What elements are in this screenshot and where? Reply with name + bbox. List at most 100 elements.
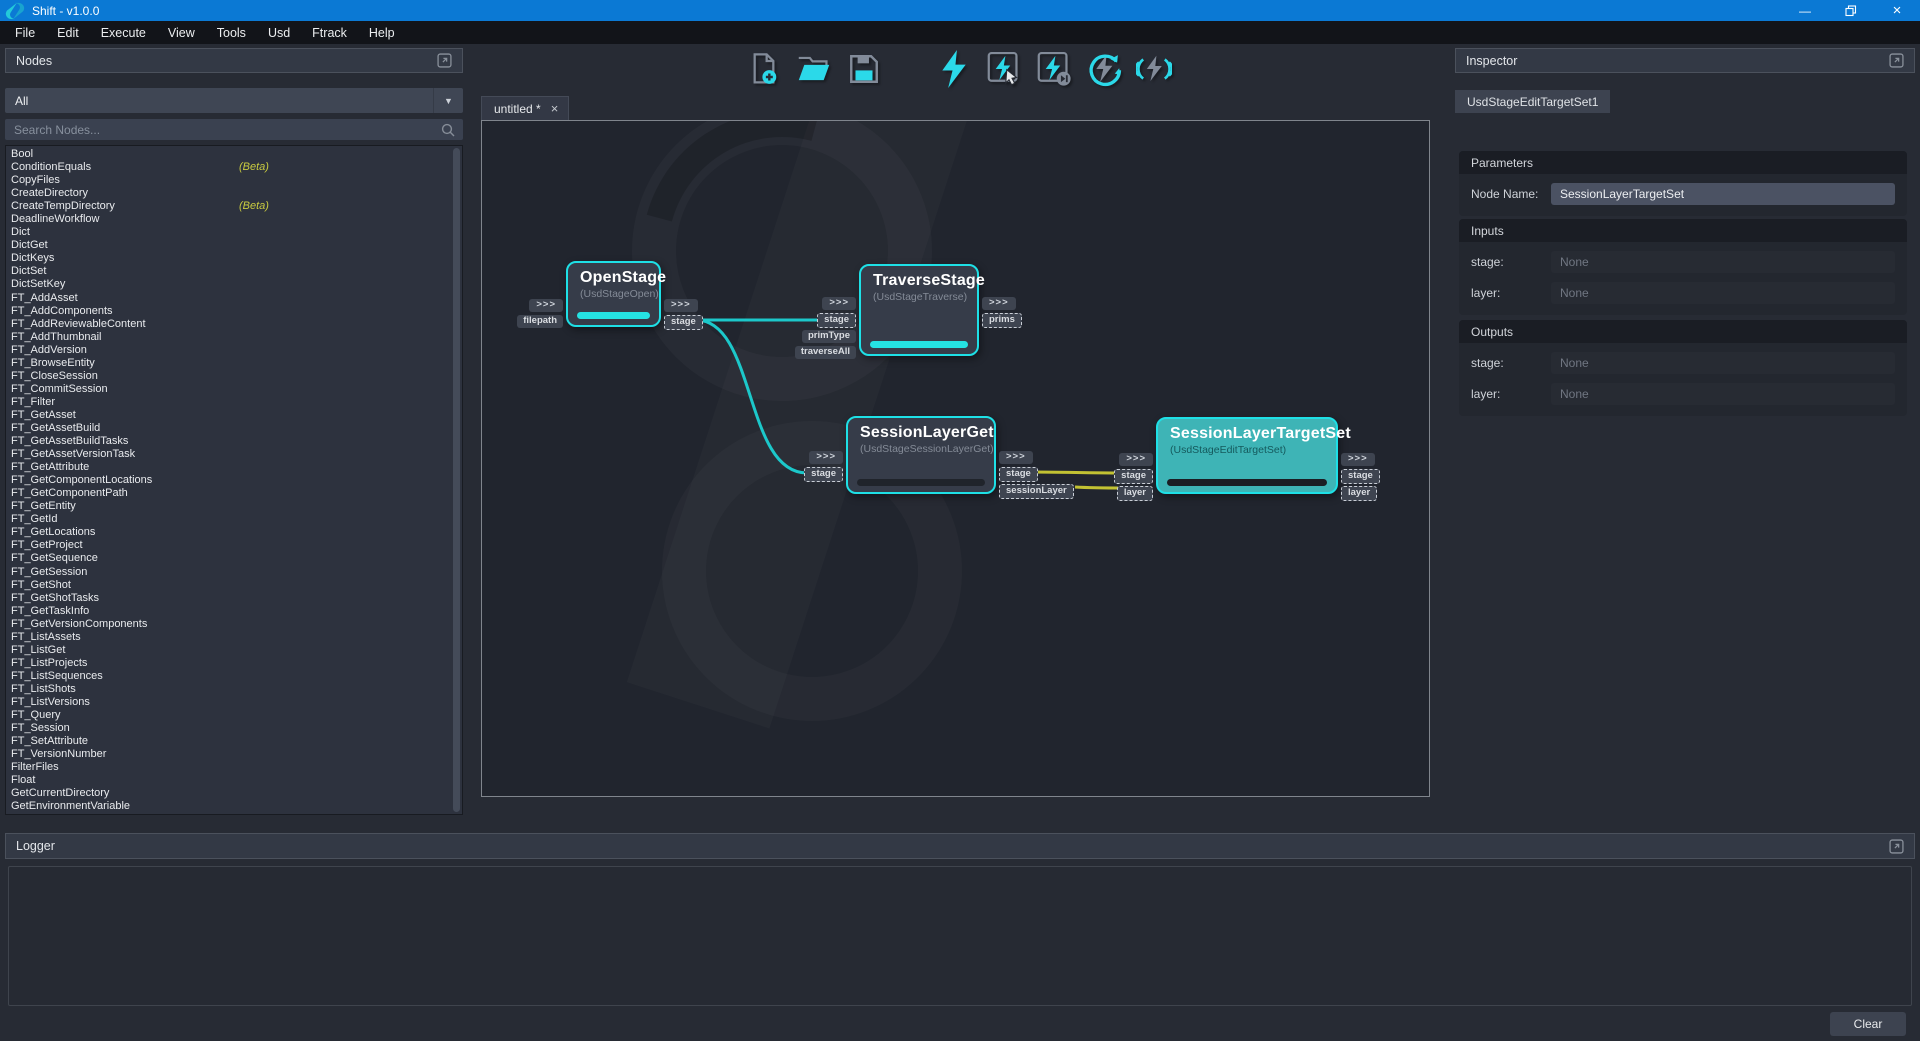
node-list-item[interactable]: FT_AddThumbnail (11, 331, 462, 344)
restore-button[interactable] (1828, 0, 1874, 21)
node-list-item[interactable]: FT_GetVersionComponents (11, 618, 462, 631)
node-list-item[interactable]: GetEnvironmentVariable (11, 800, 462, 813)
exec-port[interactable]: >>> (999, 451, 1033, 464)
node-list-item[interactable]: GetCurrentDirectory (11, 787, 462, 800)
node-list-item[interactable]: FT_ListShots (11, 683, 462, 696)
node-list-item[interactable]: FT_GetAttribute (11, 461, 462, 474)
node-list-item[interactable]: DictSetKey (11, 278, 462, 291)
exec-port[interactable]: >>> (982, 297, 1016, 310)
node-list-item[interactable]: FT_GetAssetBuild (11, 422, 462, 435)
node-list-item[interactable]: FT_AddVersion (11, 344, 462, 357)
node-list-item[interactable]: FT_GetComponentPath (11, 487, 462, 500)
node-list-item[interactable]: FT_GetAssetVersionTask (11, 448, 462, 461)
port-sessionLayer[interactable]: sessionLayer (999, 484, 1074, 499)
node-list-item[interactable]: FT_GetComponentLocations (11, 474, 462, 487)
exec-port[interactable]: >>> (809, 451, 843, 464)
menu-ftrack[interactable]: Ftrack (301, 21, 358, 44)
node-name-field[interactable]: SessionLayerTargetSet (1551, 183, 1895, 205)
execute-selected-button[interactable] (986, 49, 1022, 89)
node-list-item[interactable]: FT_GetShot (11, 579, 462, 592)
minimize-button[interactable]: — (1782, 0, 1828, 21)
node-list-item[interactable]: FT_GetSession (11, 566, 462, 579)
node-list-item[interactable]: Dict (11, 226, 462, 239)
port-stage[interactable]: stage (804, 467, 843, 482)
node-list-item[interactable]: DictKeys (11, 252, 462, 265)
node-list-item[interactable]: FT_CommitSession (11, 383, 462, 396)
node-filter-dropdown[interactable]: All ▼ (5, 88, 463, 113)
graph-node-traversestage[interactable]: TraverseStage (UsdStageTraverse) >>>stag… (859, 264, 979, 356)
node-list-item[interactable]: FT_GetAssetBuildTasks (11, 435, 462, 448)
nodes-panel-popout-icon[interactable] (437, 53, 452, 68)
open-graph-button[interactable] (796, 49, 832, 89)
port-prims[interactable]: prims (982, 313, 1022, 328)
node-list-item[interactable]: FT_ListVersions (11, 696, 462, 709)
node-list-item[interactable]: FT_AddAsset (11, 292, 462, 305)
node-list-item[interactable]: FT_CloseSession (11, 370, 462, 383)
refresh-execute-button[interactable] (1086, 49, 1122, 89)
logger-popout-icon[interactable] (1889, 839, 1904, 854)
node-list-item[interactable]: FT_GetShotTasks (11, 592, 462, 605)
port-layer[interactable]: layer (1341, 486, 1377, 501)
exec-port[interactable]: >>> (1341, 453, 1375, 466)
exec-port[interactable]: >>> (529, 299, 563, 312)
node-list-item[interactable]: CopyFiles (11, 174, 462, 187)
node-list-item[interactable]: FT_Session (11, 722, 462, 735)
node-list-item[interactable]: FT_BrowseEntity (11, 357, 462, 370)
node-list-item[interactable]: FT_ListProjects (11, 657, 462, 670)
clear-logger-button[interactable]: Clear (1830, 1012, 1906, 1036)
save-graph-button[interactable] (846, 49, 882, 89)
node-list-item[interactable]: FT_ListSequences (11, 670, 462, 683)
node-body[interactable]: TraverseStage (UsdStageTraverse) (859, 264, 979, 356)
node-list-item[interactable]: FT_ListAssets (11, 631, 462, 644)
node-list-item[interactable]: Bool (11, 148, 462, 161)
close-button[interactable]: × (1874, 0, 1920, 21)
menu-file[interactable]: File (4, 21, 46, 44)
tab-untitled[interactable]: untitled * × (481, 96, 569, 121)
exec-port[interactable]: >>> (664, 299, 698, 312)
node-list-item[interactable]: FT_AddReviewableContent (11, 318, 462, 331)
search-input[interactable] (5, 123, 440, 137)
exec-port[interactable]: >>> (1119, 453, 1153, 466)
node-list-item[interactable]: FT_SetAttribute (11, 735, 462, 748)
node-body[interactable]: OpenStage (UsdStageOpen) (566, 261, 661, 327)
inspector-popout-icon[interactable] (1889, 53, 1904, 68)
new-graph-button[interactable] (746, 49, 782, 89)
node-body[interactable]: SessionLayerTargetSet (UsdStageEditTarge… (1156, 417, 1338, 494)
port-layer[interactable]: layer (1117, 486, 1153, 501)
menu-tools[interactable]: Tools (206, 21, 257, 44)
tab-close-icon[interactable]: × (551, 104, 559, 114)
node-list-item[interactable]: FT_AddComponents (11, 305, 462, 318)
port-stage[interactable]: stage (1114, 469, 1153, 484)
execute-button[interactable] (936, 49, 972, 89)
port-stage[interactable]: stage (664, 315, 703, 330)
menu-view[interactable]: View (157, 21, 206, 44)
node-list-item[interactable]: DictGet (11, 239, 462, 252)
port-stage[interactable]: stage (817, 313, 856, 328)
node-list-item[interactable]: FT_GetAsset (11, 409, 462, 422)
execute-from-selected-button[interactable] (1036, 49, 1072, 89)
node-list-item[interactable]: CreateDirectory (11, 187, 462, 200)
graph-node-sessionlayertargetset[interactable]: SessionLayerTargetSet (UsdStageEditTarge… (1156, 417, 1338, 494)
port-traverseAll[interactable]: traverseAll (795, 346, 856, 359)
node-list-item[interactable]: FT_GetProject (11, 539, 462, 552)
node-list-item[interactable]: FT_Query (11, 709, 462, 722)
graph-node-sessionlayerget[interactable]: SessionLayerGet (UsdStageSessionLayerGet… (846, 416, 996, 494)
live-execute-button[interactable] (1136, 49, 1172, 89)
logger-output[interactable] (8, 866, 1912, 1006)
node-list-item[interactable]: ConditionEquals(Beta) (11, 161, 462, 174)
node-list-item[interactable]: CreateTempDirectory(Beta) (11, 200, 462, 213)
node-list-item[interactable]: FT_VersionNumber (11, 748, 462, 761)
port-stage[interactable]: stage (999, 467, 1038, 482)
menu-edit[interactable]: Edit (46, 21, 90, 44)
node-list-item[interactable]: FilterFiles (11, 761, 462, 774)
node-list-item[interactable]: FT_GetLocations (11, 526, 462, 539)
inspector-node-tab[interactable]: UsdStageEditTargetSet1 (1455, 90, 1610, 113)
node-list-item[interactable]: DictSet (11, 265, 462, 278)
menu-execute[interactable]: Execute (90, 21, 157, 44)
menu-usd[interactable]: Usd (257, 21, 301, 44)
node-list-item[interactable]: FT_GetEntity (11, 500, 462, 513)
graph-node-openstage[interactable]: OpenStage (UsdStageOpen) >>>filepath >>>… (566, 261, 661, 327)
node-list-item[interactable]: FT_ListGet (11, 644, 462, 657)
port-filepath[interactable]: filepath (517, 315, 563, 328)
node-list-item[interactable]: FT_GetId (11, 513, 462, 526)
